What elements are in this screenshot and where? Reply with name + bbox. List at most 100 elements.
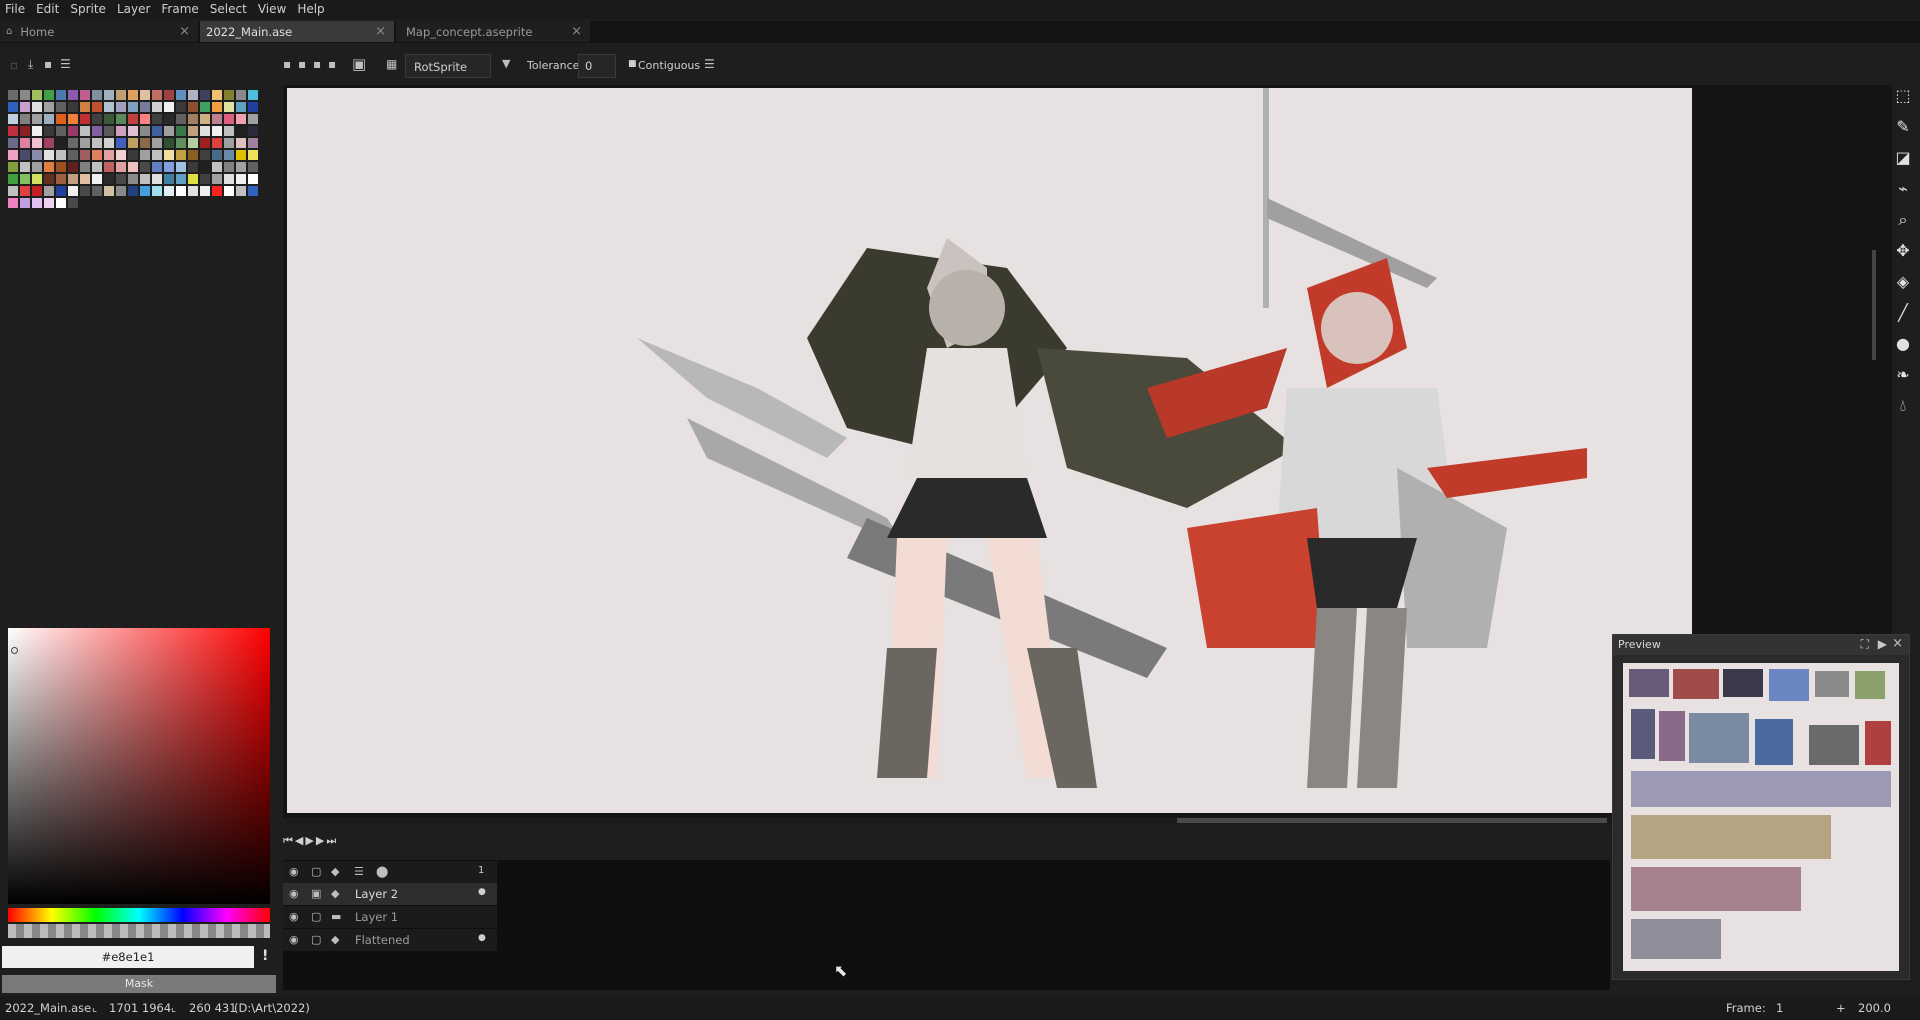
palette-swatch[interactable]: [164, 102, 174, 112]
palette-swatch[interactable]: [188, 138, 198, 148]
palette-swatch[interactable]: [164, 150, 174, 160]
selection-intersect-icon[interactable]: ▪: [328, 57, 336, 71]
menu-help[interactable]: Help: [292, 0, 330, 19]
layer-row-layer-1[interactable]: ◉ ▢ ▬ Layer 1: [283, 906, 497, 928]
palette-swatch[interactable]: [116, 90, 126, 100]
palette-swatch[interactable]: [116, 114, 126, 124]
palette-swatch[interactable]: [224, 162, 234, 172]
palette-swatch[interactable]: [224, 150, 234, 160]
palette-swatch[interactable]: [44, 186, 54, 196]
palette-swatch[interactable]: [188, 186, 198, 196]
palette-swatch[interactable]: [8, 162, 18, 172]
palette-swatch[interactable]: [176, 162, 186, 172]
palette-swatch[interactable]: [140, 126, 150, 136]
palette-swatch[interactable]: [236, 126, 246, 136]
palette-swatch[interactable]: [200, 90, 210, 100]
palette-swatch[interactable]: [176, 174, 186, 184]
palette-swatch[interactable]: [236, 150, 246, 160]
palette-swatch[interactable]: [152, 114, 162, 124]
palette-swatch[interactable]: [104, 102, 114, 112]
layer-row-flattened[interactable]: ◉ ▢ ◆ Flattened ●: [283, 929, 497, 951]
zoom-icon[interactable]: ⌕: [1894, 211, 1912, 229]
drop-icon[interactable]: 💧︎: [1894, 397, 1912, 415]
palette-swatch[interactable]: [104, 126, 114, 136]
onion-skin-icon[interactable]: ⬤: [376, 865, 388, 878]
palette-swatch[interactable]: [8, 186, 18, 196]
palette-swatch[interactable]: [116, 186, 126, 196]
palette-swatch[interactable]: [128, 186, 138, 196]
palette-swatch[interactable]: [8, 138, 18, 148]
cel-dot-icon[interactable]: ●: [478, 933, 486, 943]
palette-swatch[interactable]: [152, 126, 162, 136]
palette-swatch[interactable]: [116, 174, 126, 184]
palette-swatch[interactable]: [8, 150, 18, 160]
palette-swatch[interactable]: [20, 102, 30, 112]
palette-swatch[interactable]: [8, 126, 18, 136]
palette-swatch[interactable]: [56, 150, 66, 160]
palette-swatch[interactable]: [68, 150, 78, 160]
hue-slider[interactable]: [8, 908, 270, 922]
palette-swatch[interactable]: [140, 90, 150, 100]
palette-swatch[interactable]: [8, 102, 18, 112]
palette-swatch[interactable]: [200, 162, 210, 172]
group-icon[interactable]: ▬: [331, 910, 341, 923]
link-icon[interactable]: ◆: [331, 865, 339, 878]
palette-swatch[interactable]: [152, 90, 162, 100]
rotation-algorithm-select[interactable]: RotSprite: [405, 54, 491, 78]
palette-swatch[interactable]: [44, 162, 54, 172]
palette-swatch[interactable]: [32, 138, 42, 148]
tab-2022-main[interactable]: 2022_Main.ase ×: [200, 21, 394, 42]
palette-swatch[interactable]: [188, 114, 198, 124]
mask-button[interactable]: Mask: [2, 975, 276, 993]
palette-swatch[interactable]: [152, 150, 162, 160]
palette-swatch[interactable]: [104, 114, 114, 124]
palette-swatch[interactable]: [80, 102, 90, 112]
palette-swatch[interactable]: [92, 102, 102, 112]
palette-swatch[interactable]: [188, 162, 198, 172]
palette-swatch[interactable]: [116, 126, 126, 136]
palette-swatch[interactable]: [224, 174, 234, 184]
zoom-level[interactable]: 200.0: [1858, 1001, 1891, 1015]
selection-subtract-icon[interactable]: ▪: [313, 57, 321, 71]
palette-swatch[interactable]: [188, 174, 198, 184]
palette-swatch[interactable]: [152, 138, 162, 148]
palette-swatch[interactable]: [80, 162, 90, 172]
play-icon[interactable]: ▶: [1878, 637, 1887, 651]
scrollbar-thumb[interactable]: [1177, 818, 1607, 823]
layers-menu-icon[interactable]: ☰: [354, 865, 364, 878]
lock-icon[interactable]: ▢: [311, 865, 321, 878]
palette-swatch[interactable]: [140, 150, 150, 160]
palette-swatch[interactable]: [8, 90, 18, 100]
menu-edit[interactable]: Edit: [31, 0, 65, 19]
tab-home[interactable]: ⌂ Home ×: [0, 21, 198, 42]
palette-swatch[interactable]: [128, 90, 138, 100]
warning-icon[interactable]: !: [262, 948, 268, 964]
palette-swatch[interactable]: [8, 114, 18, 124]
palette-swatch[interactable]: [20, 186, 30, 196]
palette-swatch[interactable]: [236, 174, 246, 184]
first-frame-icon[interactable]: ⏮: [283, 834, 295, 847]
palette-swatch[interactable]: [176, 186, 186, 196]
palette-swatch[interactable]: [212, 114, 222, 124]
download-icon[interactable]: ⤓: [28, 57, 33, 72]
options-menu-icon[interactable]: ☰: [704, 57, 715, 71]
palette-swatch[interactable]: [80, 186, 90, 196]
palette-swatch[interactable]: [236, 138, 246, 148]
link-icon[interactable]: ◆: [331, 933, 339, 946]
palette-swatch[interactable]: [128, 162, 138, 172]
palette-swatch[interactable]: [20, 126, 30, 136]
frame-value[interactable]: 1: [1776, 1001, 1783, 1015]
palette-swatch[interactable]: [248, 186, 258, 196]
palette-swatch[interactable]: [128, 150, 138, 160]
palette-swatch[interactable]: [20, 150, 30, 160]
picker-cursor[interactable]: [11, 647, 18, 654]
palette-swatch[interactable]: [224, 102, 234, 112]
palette-swatch[interactable]: [68, 90, 78, 100]
palette-swatch[interactable]: [164, 162, 174, 172]
palette-swatch[interactable]: [248, 150, 258, 160]
palette-swatch[interactable]: [104, 150, 114, 160]
eye-icon[interactable]: ◉: [289, 910, 299, 923]
eye-icon[interactable]: ◉: [289, 933, 299, 946]
menu-layer[interactable]: Layer: [112, 0, 156, 19]
palette-swatch[interactable]: [128, 174, 138, 184]
